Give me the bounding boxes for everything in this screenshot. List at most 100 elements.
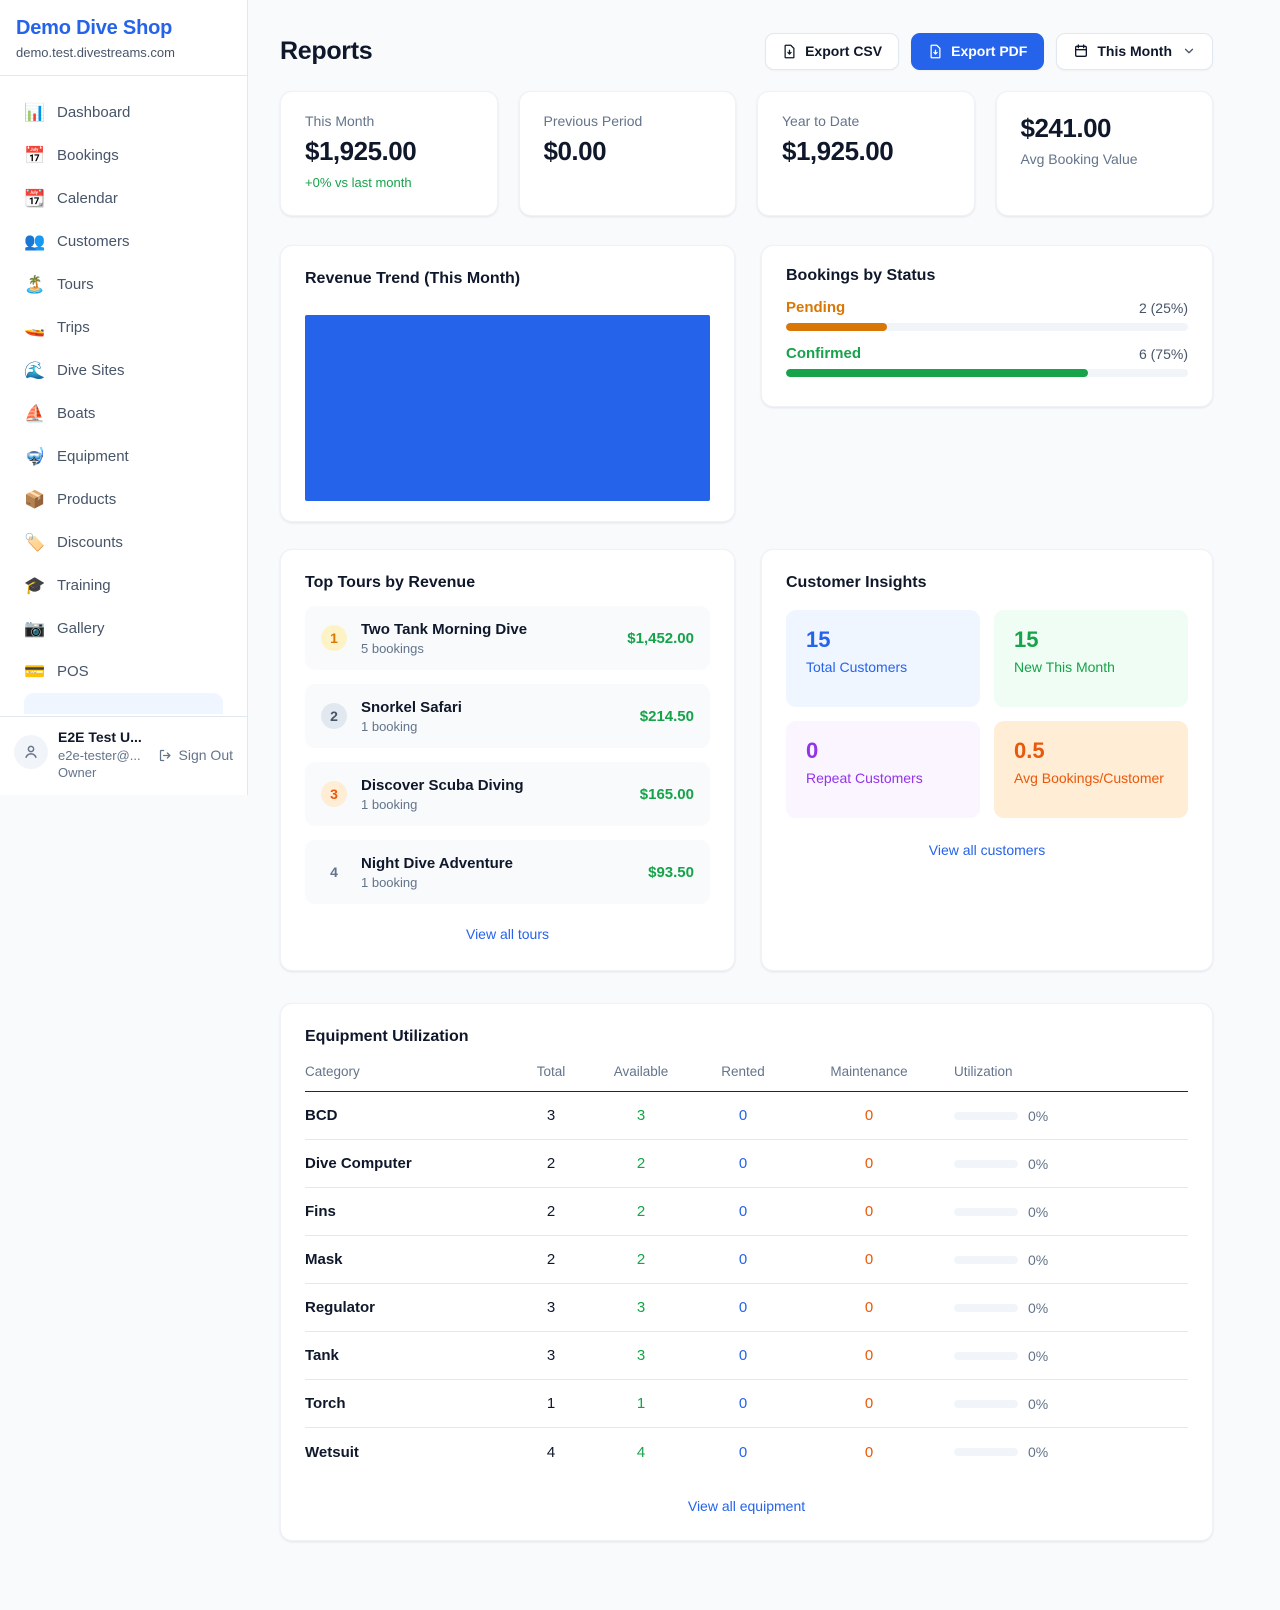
equipment-category: Fins [305,1203,505,1220]
stat-card-year-to-date: Year to Date $1,925.00 [757,91,975,216]
shop-header: Demo Dive Shop demo.test.divestreams.com [0,0,247,76]
export-pdf-button[interactable]: Export PDF [911,33,1044,70]
stat-value: $241.00 [1021,113,1189,144]
sidebar-item-calendar[interactable]: 📆 Calendar [12,177,235,220]
file-download-icon [928,44,943,59]
view-all-tours-link[interactable]: View all tours [305,926,710,942]
equipment-maintenance: 0 [801,1347,937,1364]
table-row: Fins 2 2 0 0 0% [305,1188,1188,1236]
wave-icon: 🌊 [24,361,44,381]
view-all-equipment-link[interactable]: View all equipment [305,1498,1188,1514]
island-icon: 🏝️ [24,275,44,295]
sidebar-item-pos[interactable]: 💳 POS [12,650,235,693]
rank-badge: 4 [321,859,347,885]
sidebar-item-trips[interactable]: 🚤 Trips [12,306,235,349]
equipment-maintenance: 0 [801,1155,937,1172]
equipment-total: 3 [505,1299,597,1316]
user-email: e2e-tester@... [58,748,152,763]
equipment-available: 1 [597,1395,685,1412]
equipment-rented: 0 [685,1251,801,1268]
calendar-icon: 📆 [24,189,44,209]
sidebar-item-reports-partial[interactable] [24,693,223,714]
table-row: Torch 1 1 0 0 0% [305,1380,1188,1428]
insight-label: Avg Bookings/Customer [1014,770,1168,786]
chevron-down-icon [1182,44,1196,58]
equipment-category: Regulator [305,1299,505,1316]
equipment-maintenance: 0 [801,1395,937,1412]
stat-label: This Month [305,113,473,129]
equipment-rented: 0 [685,1299,801,1316]
sidebar-item-label: Customers [57,233,130,250]
equipment-available: 2 [597,1203,685,1220]
stat-delta: +0% vs last month [305,175,473,190]
person-icon [22,743,40,761]
sidebar-item-label: Gallery [57,620,105,637]
top-tours-card: Top Tours by Revenue 1 Two Tank Morning … [280,549,735,971]
top-tours-title: Top Tours by Revenue [305,574,710,592]
utilization-bar [954,1160,1018,1168]
insight-value: 15 [806,627,960,653]
equipment-category: Dive Computer [305,1155,505,1172]
equipment-maintenance: 0 [801,1107,937,1124]
utilization-percent: 0% [1028,1204,1048,1220]
stat-value: $0.00 [544,136,712,167]
equipment-total: 4 [505,1444,597,1461]
sidebar-item-boats[interactable]: ⛵ Boats [12,392,235,435]
utilization-percent: 0% [1028,1156,1048,1172]
sidebar-item-equipment[interactable]: 🤿 Equipment [12,435,235,478]
equipment-category: Mask [305,1251,505,1268]
equipment-available: 2 [597,1155,685,1172]
sailboat-icon: ⛵ [24,404,44,424]
tour-bookings: 1 booking [361,797,626,812]
calendar-icon [1073,43,1089,59]
page-title: Reports [280,37,372,66]
tour-amount: $93.50 [648,864,694,881]
sidebar-item-label: Products [57,491,116,508]
view-all-customers-link[interactable]: View all customers [786,842,1188,858]
sidebar-item-customers[interactable]: 👥 Customers [12,220,235,263]
period-dropdown[interactable]: This Month [1056,33,1213,70]
tour-list-item: 4 Night Dive Adventure 1 booking $93.50 [305,840,710,904]
tag-icon: 🏷️ [24,533,44,553]
sidebar-item-bookings[interactable]: 📅 Bookings [12,134,235,177]
sidebar-item-label: Bookings [57,147,119,164]
tour-name: Snorkel Safari [361,699,626,716]
equipment-available: 3 [597,1347,685,1364]
equipment-available: 2 [597,1251,685,1268]
calendar-bookings-icon: 📅 [24,146,44,166]
sidebar-item-discounts[interactable]: 🏷️ Discounts [12,521,235,564]
equipment-rented: 0 [685,1395,801,1412]
export-pdf-label: Export PDF [951,43,1027,59]
sidebar-item-label: Trips [57,319,90,336]
rank-badge: 1 [321,625,347,651]
sidebar-item-label: Dashboard [57,104,130,121]
user-name: E2E Test U... [58,729,233,745]
column-header-total: Total [505,1064,597,1079]
insight-value: 0 [806,738,960,764]
sidebar-item-label: Discounts [57,534,123,551]
equipment-maintenance: 0 [801,1299,937,1316]
sidebar-item-label: Equipment [57,448,129,465]
sidebar-item-training[interactable]: 🎓 Training [12,564,235,607]
equipment-category: Torch [305,1395,505,1412]
sidebar-item-dashboard[interactable]: 📊 Dashboard [12,91,235,134]
utilization-percent: 0% [1028,1396,1048,1412]
sidebar-item-label: Tours [57,276,94,293]
user-footer: E2E Test U... e2e-tester@... Sign Out Ow… [0,716,247,795]
utilization-bar [954,1352,1018,1360]
sign-out-button[interactable]: Sign Out [158,747,233,763]
insight-value: 15 [1014,627,1168,653]
export-csv-button[interactable]: Export CSV [765,33,899,70]
status-label-pending: Pending [786,299,845,316]
sidebar-item-tours[interactable]: 🏝️ Tours [12,263,235,306]
utilization-bar [954,1448,1018,1456]
status-value-pending: 2 (25%) [1139,300,1188,316]
tour-amount: $165.00 [640,786,694,803]
sidebar-item-dive-sites[interactable]: 🌊 Dive Sites [12,349,235,392]
sidebar-item-gallery[interactable]: 📷 Gallery [12,607,235,650]
tour-bookings: 1 booking [361,719,626,734]
sidebar-item-products[interactable]: 📦 Products [12,478,235,521]
revenue-trend-card: Revenue Trend (This Month) [280,245,735,522]
insight-label: New This Month [1014,659,1168,675]
column-header-utilization: Utilization [937,1064,1188,1079]
